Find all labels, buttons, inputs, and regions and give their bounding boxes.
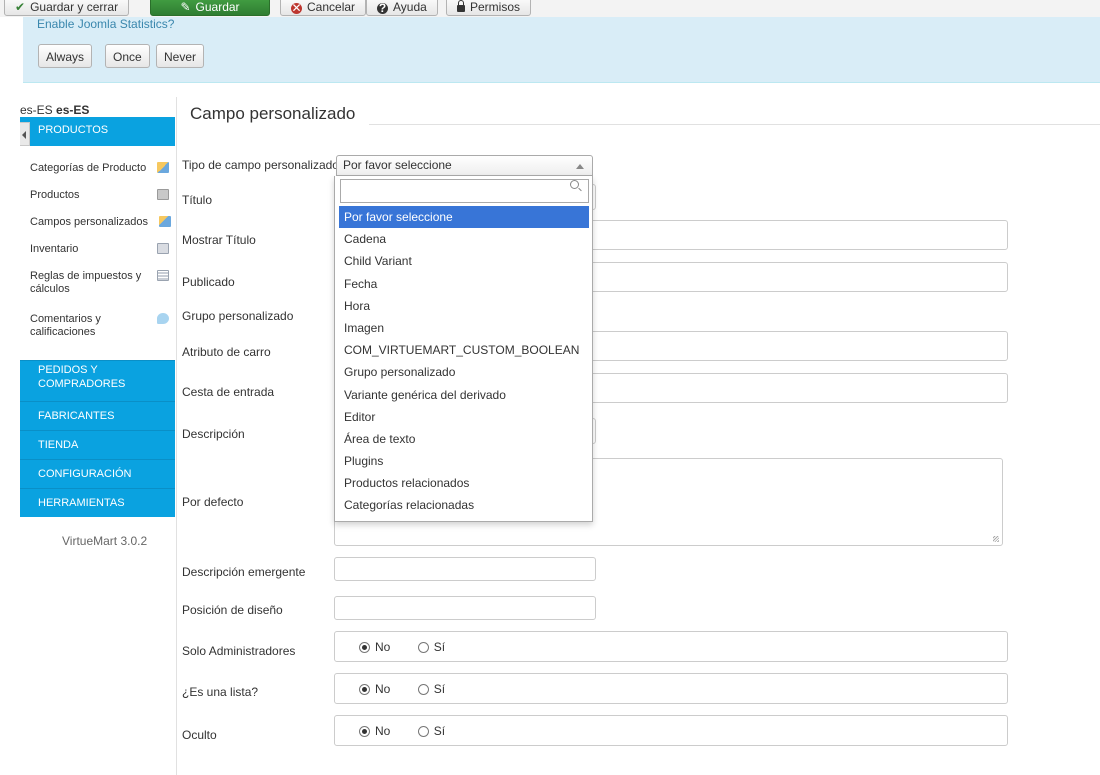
- published-label: Publicado: [182, 275, 235, 289]
- version-label: VirtueMart 3.0.2: [62, 534, 148, 548]
- admin-only-label: Solo Administradores: [182, 644, 296, 658]
- check-icon: ✔: [15, 0, 26, 14]
- admin-only-yes-radio[interactable]: [417, 642, 429, 653]
- layout-position-input[interactable]: [334, 596, 596, 620]
- dropdown-option[interactable]: Fecha: [339, 273, 589, 295]
- once-button[interactable]: Once: [105, 44, 150, 68]
- page-title: Campo personalizado: [190, 104, 356, 123]
- dropdown-option[interactable]: Variante genérica del derivado: [339, 384, 589, 406]
- sidebar-item-inventory[interactable]: Inventario: [30, 243, 175, 256]
- always-button[interactable]: Always: [38, 44, 93, 68]
- dropdown-option[interactable]: Hora: [339, 295, 589, 317]
- dropdown-option[interactable]: Área de texto: [339, 428, 589, 450]
- cart-attribute-label: Atributo de carro: [182, 345, 271, 359]
- category-icon: [157, 162, 169, 173]
- cancel-button[interactable]: ✕ Cancelar: [280, 0, 367, 16]
- search-icon: [570, 180, 579, 189]
- resize-handle[interactable]: [993, 536, 999, 542]
- dropdown-option[interactable]: Por favor seleccione: [339, 206, 589, 229]
- help-icon: ?: [377, 1, 388, 15]
- dropdown-option[interactable]: COM_VIRTUEMART_CUSTOM_BOOLEAN: [339, 339, 589, 361]
- hidden-no-radio[interactable]: [359, 726, 370, 737]
- is-list-label: ¿Es una lista?: [182, 685, 259, 699]
- save-close-button[interactable]: ✔ Guardar y cerrar: [4, 0, 130, 16]
- title-rule: [369, 124, 1100, 125]
- dropdown-option[interactable]: Child Variant: [339, 250, 589, 272]
- sidebar-item-custom-fields[interactable]: Campos personalizados: [30, 216, 175, 229]
- dropdown-option[interactable]: Cadena: [339, 228, 589, 250]
- sidebar-item-product-categories[interactable]: Categorías de Producto: [30, 162, 175, 175]
- hidden-yes-radio[interactable]: [417, 726, 429, 737]
- tooltip-label: Descripción emergente: [182, 565, 306, 579]
- statistics-message: Enable Joomla Statistics? Always Once Ne…: [23, 17, 1100, 83]
- dropdown-option[interactable]: Plugins: [339, 450, 589, 472]
- content-divider: [176, 97, 177, 775]
- hidden-field: No Sí: [334, 715, 1008, 746]
- lock-icon: [457, 0, 465, 12]
- show-title-label: Mostrar Título: [182, 233, 256, 247]
- chevron-up-icon: [576, 164, 584, 169]
- description-label: Descripción: [182, 427, 245, 441]
- admin-only-field: No Sí: [334, 631, 1008, 662]
- permissions-button[interactable]: Permisos: [446, 0, 532, 16]
- field-type-label: Tipo de campo personalizado: [182, 158, 339, 172]
- cart-input-label: Cesta de entrada: [182, 385, 275, 399]
- is-list-field: No Sí: [334, 673, 1008, 704]
- sidebar-item-products[interactable]: Productos: [30, 189, 175, 202]
- sidebar-item-comments[interactable]: Comentarios y calificaciones: [30, 313, 169, 339]
- sidebar-section-manufacturers[interactable]: FABRICANTES: [20, 401, 175, 430]
- dropdown-option[interactable]: Editor: [339, 406, 589, 428]
- dropdown-option[interactable]: Imagen: [339, 317, 589, 339]
- edit-icon: ✎: [180, 0, 191, 14]
- default-label: Por defecto: [182, 495, 244, 509]
- toolbar: ✔ Guardar y cerrar ✎ Guardar ✕ Cancelar ? Ay…: [0, 0, 1100, 17]
- dropdown-option[interactable]: Productos relacionados: [339, 472, 589, 494]
- dropdown-search-input[interactable]: [340, 179, 589, 203]
- sidebar-header-products[interactable]: PRODUCTOS: [20, 117, 175, 146]
- comments-icon: [157, 313, 169, 324]
- dropdown-option[interactable]: Categorías relacionadas: [339, 494, 589, 516]
- language-indicator: es-ES es-ES: [20, 103, 90, 117]
- statistics-question: Enable Joomla Statistics?: [37, 19, 175, 29]
- sidebar-section-configuration[interactable]: CONFIGURACIÓN: [20, 459, 175, 488]
- sidebar-section-orders[interactable]: PEDIDOS Y COMPRADORES: [20, 360, 175, 401]
- layout-position-label: Posición de diseño: [182, 603, 283, 617]
- tax-rules-icon: [157, 270, 169, 281]
- product-icon: [157, 189, 169, 200]
- cancel-icon: ✕: [291, 1, 302, 15]
- custom-group-label: Grupo personalizado: [182, 309, 294, 323]
- admin-only-radio-group: No Sí: [359, 640, 469, 656]
- admin-only-no-radio[interactable]: [359, 642, 370, 653]
- sidebar-section-tools[interactable]: HERRAMIENTAS: [20, 488, 175, 517]
- sidebar-item-tax-rules[interactable]: Reglas de impuestos y cálculos: [30, 270, 169, 296]
- custom-fields-icon: [159, 216, 171, 227]
- is-list-yes-radio[interactable]: [417, 684, 429, 695]
- title-label: Título: [182, 193, 213, 207]
- help-button[interactable]: ? Ayuda: [366, 0, 438, 16]
- sidebar-collapse-toggle[interactable]: [20, 122, 30, 146]
- field-type-select[interactable]: Por favor seleccione: [336, 155, 593, 176]
- tooltip-input[interactable]: [334, 557, 596, 581]
- is-list-no-radio[interactable]: [359, 684, 370, 695]
- field-type-dropdown: Por favor seleccione Cadena Child Variant F…: [334, 176, 593, 522]
- hidden-radio-group: No Sí: [359, 724, 469, 740]
- hidden-label: Oculto: [182, 728, 217, 742]
- save-button[interactable]: ✎ Guardar: [150, 0, 270, 16]
- sidebar-section-store[interactable]: TIENDA: [20, 430, 175, 459]
- dropdown-option[interactable]: Grupo personalizado: [339, 361, 589, 383]
- dropdown-options: Por favor seleccione Cadena Child Variant F…: [339, 206, 589, 517]
- never-button[interactable]: Never: [156, 44, 205, 68]
- inventory-icon: [157, 243, 169, 254]
- is-list-radio-group: No Sí: [359, 682, 469, 698]
